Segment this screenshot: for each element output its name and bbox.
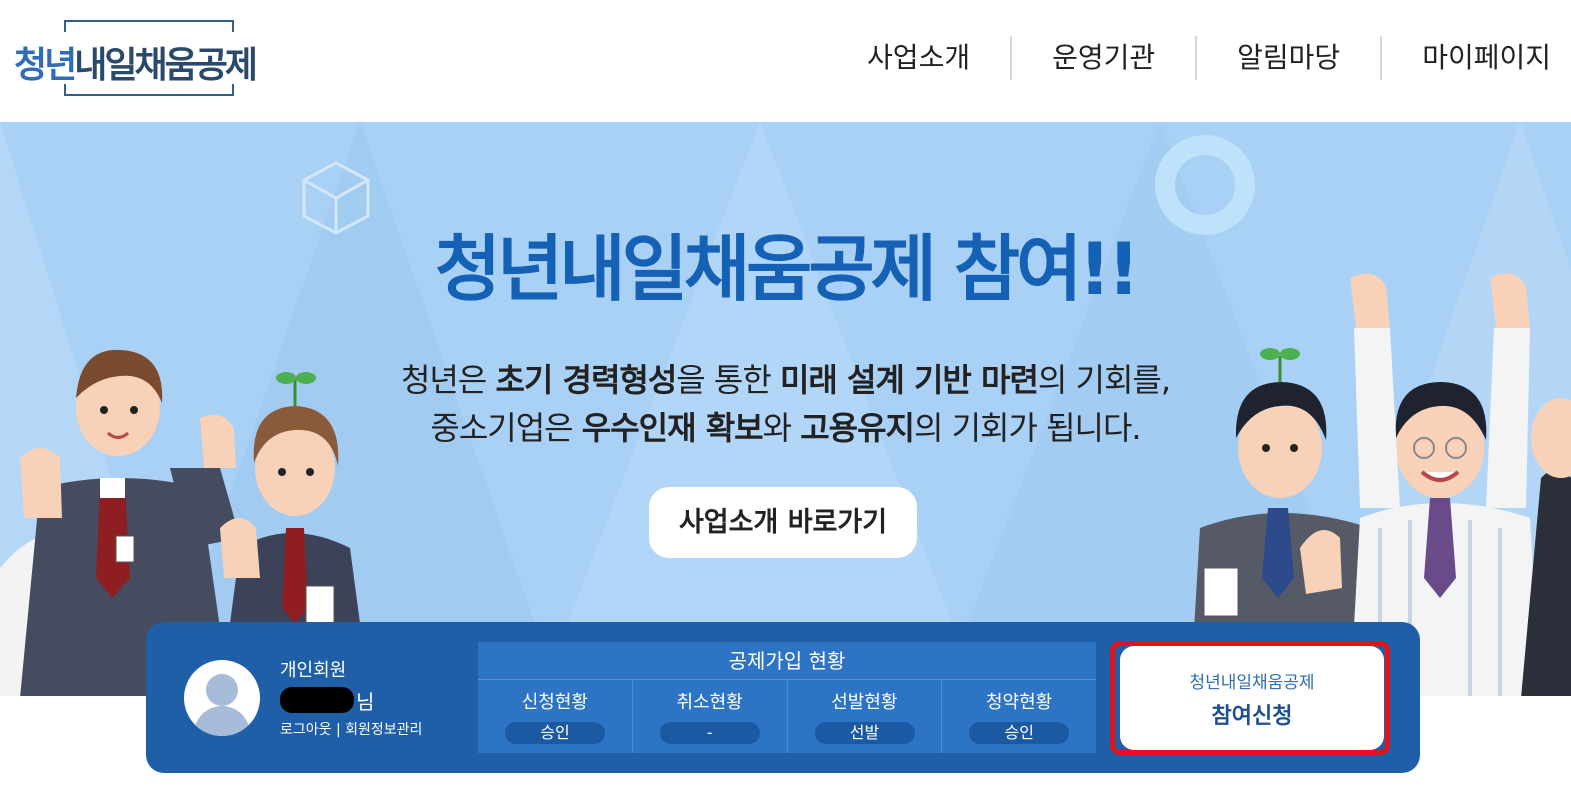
status-badge: 선발 (814, 722, 915, 744)
member-links: 로그아웃 | 회원정보관리 (280, 719, 422, 739)
status-selection: 선발현황 선발 (788, 680, 943, 753)
desc-emphasis: 미래 설계 기반 마련 (779, 361, 1039, 399)
desc-text: 의 기회가 됩니다. (913, 409, 1142, 447)
link-divider: | (335, 722, 341, 738)
enrollment-status-title: 공제가입 현황 (478, 642, 1096, 680)
logo-text-main: 내일채움공제 (74, 45, 258, 86)
hero-banner: 청년내일채움공제 참여!! 청년은 초기 경력형성을 통한 미래 설계 기반 마… (0, 122, 1571, 696)
enrollment-status-box: 공제가입 현황 신청현황 승인 취소현황 - 선발현황 선발 청약현황 승인 (478, 642, 1096, 753)
desc-text: 중소기업은 (430, 409, 582, 447)
hero-description: 청년은 초기 경력형성을 통한 미래 설계 기반 마련의 기회를, 중소기업은 … (0, 356, 1571, 452)
logo-text-accent: 청년 (14, 45, 77, 86)
desc-text: 청년은 (400, 361, 496, 399)
enrollment-status-columns: 신청현황 승인 취소현황 - 선발현황 선발 청약현황 승인 (478, 680, 1096, 753)
logo-text: 청년내일채움공제 (14, 36, 258, 88)
status-badge: 승인 (505, 722, 605, 744)
desc-emphasis: 초기 경력형성 (495, 361, 677, 399)
hero-description-line-1: 청년은 초기 경력형성을 통한 미래 설계 기반 마련의 기회를, (0, 356, 1571, 404)
apply-button-label: 참여신청 (1211, 704, 1293, 729)
nav-item-operators[interactable]: 운영기관 (1012, 36, 1195, 80)
nav-item-notices[interactable]: 알림마당 (1197, 36, 1380, 80)
avatar-head (206, 674, 238, 706)
status-cancellation: 취소현황 - (633, 680, 788, 753)
desc-emphasis: 고용유지 (800, 409, 915, 447)
nav-item-business-intro[interactable]: 사업소개 (867, 36, 1010, 80)
avatar (184, 660, 260, 736)
status-application: 신청현황 승인 (478, 680, 633, 753)
desc-text: 을 통한 (676, 361, 780, 399)
status-badge: - (659, 722, 760, 744)
status-label: 선발현황 (831, 692, 898, 713)
member-type-label: 개인회원 (280, 660, 347, 681)
member-name: 님 (280, 686, 374, 714)
desc-text: 의 기회를, (1037, 361, 1171, 399)
site-header: 청년내일채움공제 사업소개 운영기관 알림마당 마이페이지 (0, 0, 1571, 122)
nav-item-mypage[interactable]: 마이페이지 (1382, 36, 1571, 80)
business-intro-shortcut-button[interactable]: 사업소개 바로가기 (649, 487, 917, 558)
site-logo[interactable]: 청년내일채움공제 (14, 18, 276, 100)
participation-apply-button[interactable]: 청년내일채움공제 참여신청 (1120, 646, 1384, 750)
status-label: 신청현황 (521, 692, 588, 713)
status-label: 청약현황 (986, 692, 1053, 713)
desc-emphasis: 우수인재 확보 (581, 409, 764, 447)
avatar-body (194, 706, 250, 736)
apply-button-subtitle: 청년내일채움공제 (1189, 673, 1315, 693)
profile-management-link[interactable]: 회원정보관리 (345, 722, 422, 738)
status-badge: 승인 (969, 722, 1070, 744)
logo-frame-top (64, 20, 234, 32)
member-name-suffix: 님 (356, 689, 375, 714)
desc-text: 와 (762, 409, 801, 447)
hero-title: 청년내일채움공제 참여!! (434, 227, 1140, 311)
hero-description-line-2: 중소기업은 우수인재 확보와 고용유지의 기회가 됩니다. (0, 404, 1571, 452)
logout-link[interactable]: 로그아웃 (280, 722, 332, 738)
status-label: 취소현황 (676, 692, 743, 713)
member-status-panel: 개인회원 님 로그아웃 | 회원정보관리 공제가입 현황 신청현황 승인 취소현… (146, 622, 1420, 773)
main-nav: 사업소개 운영기관 알림마당 마이페이지 (867, 36, 1571, 80)
redacted-name (280, 687, 354, 713)
status-subscription: 청약현황 승인 (942, 680, 1096, 753)
